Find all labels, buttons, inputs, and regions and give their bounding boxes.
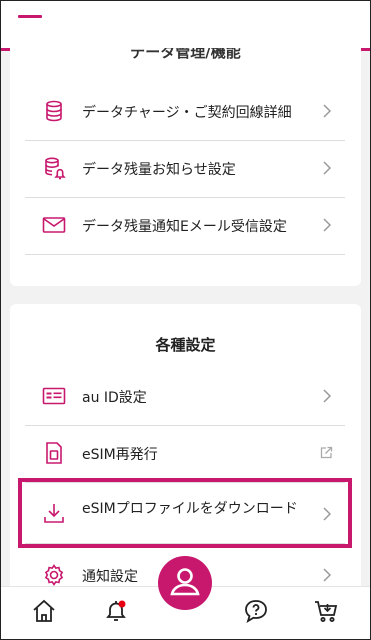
screen-frame — [0, 0, 371, 640]
